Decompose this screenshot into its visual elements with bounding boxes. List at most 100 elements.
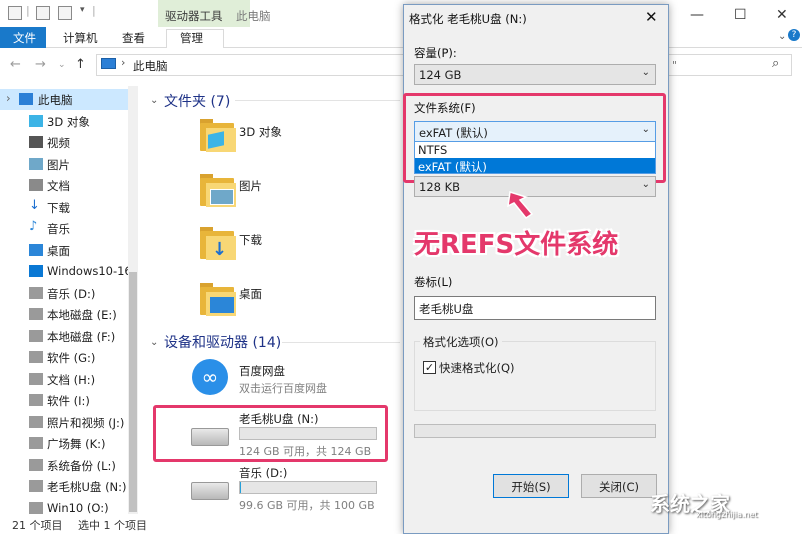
sidebar-item[interactable]: ♪ 音乐 (0, 218, 128, 239)
breadcrumb[interactable]: 此电脑 (133, 58, 168, 74)
search-icon[interactable]: ⌕ (772, 56, 779, 71)
sidebar-item[interactable]: Windows10-16 (0, 261, 132, 282)
capacity-label: 容量(P): (414, 46, 457, 60)
sidebar-item[interactable]: 文档 (0, 175, 128, 196)
separator: | (92, 4, 96, 17)
new-folder-icon[interactable] (58, 6, 72, 20)
tab-computer[interactable]: 计算机 (63, 30, 98, 46)
drive-icon[interactable] (191, 482, 229, 500)
computer-icon[interactable] (8, 6, 22, 20)
start-button[interactable]: 开始(S) (493, 474, 569, 498)
drive-icon (29, 329, 43, 342)
watermark-url: xitongzhijia.net (696, 510, 758, 519)
usb-drive-label[interactable]: 老毛桃U盘 (N:) (239, 411, 319, 427)
sidebar-item[interactable]: ↓ 下载 (0, 197, 128, 218)
sidebar-item-label: 照片和视频 (J:) (47, 415, 125, 430)
maximize-icon[interactable]: ☐ (734, 7, 747, 23)
fs-option-exfat[interactable]: exFAT (默认) (414, 158, 656, 174)
expand-chevron-icon[interactable]: › (6, 91, 11, 105)
back-arrow-icon[interactable]: ← (10, 57, 21, 72)
sidebar-item[interactable]: 图片 (0, 154, 128, 175)
breadcrumb-chevron-icon[interactable]: › (121, 56, 125, 69)
sidebar-item[interactable]: 软件 (G:) (0, 347, 128, 368)
drive-icon (29, 415, 43, 428)
sidebar-item[interactable]: 3D 对象 (0, 111, 128, 132)
usb-capacity-bar (239, 427, 377, 440)
fs-option-ntfs[interactable]: NTFS (414, 142, 656, 158)
sidebar-scroll-thumb[interactable] (129, 272, 137, 512)
usb-drive-icon[interactable] (191, 428, 229, 446)
sidebar-item-label: 系统备份 (L:) (47, 458, 116, 473)
sidebar-item[interactable]: 本地磁盘 (F:) (0, 326, 128, 347)
folder-label[interactable]: 3D 对象 (239, 124, 282, 140)
music-drive-free-space: 99.6 GB 可用，共 100 GB (239, 499, 375, 512)
sidebar-item[interactable]: › 此电脑 (0, 89, 128, 110)
quick-format-checkbox[interactable]: ✓ (423, 361, 436, 374)
volume-label-input[interactable]: 老毛桃U盘 (414, 296, 656, 320)
forward-arrow-icon[interactable]: → (35, 57, 46, 72)
selected-count: 选中 1 个项目 (78, 519, 147, 532)
tab-view[interactable]: 查看 (122, 30, 145, 46)
sidebar-item[interactable]: 视频 (0, 132, 128, 153)
recent-dropdown-icon[interactable]: ⌄ (58, 60, 66, 70)
music-drive-label[interactable]: 音乐 (D:) (239, 465, 287, 481)
drive-icon (29, 308, 43, 320)
sidebar-item[interactable]: 广场舞 (K:) (0, 433, 128, 454)
sidebar-item-label: 图片 (47, 157, 70, 172)
drive-icon (29, 437, 43, 449)
drive-tools-label: 驱动器工具 (165, 9, 223, 23)
up-arrow-icon[interactable]: ↑ (75, 57, 86, 72)
file-system-select[interactable]: exFAT (默认) ⌄ (414, 121, 656, 142)
collapse-chevron-icon[interactable]: ⌄ (150, 95, 158, 106)
collapse-chevron-icon[interactable]: ⌄ (150, 337, 158, 348)
sidebar-item[interactable]: 软件 (I:) (0, 390, 128, 411)
pictures-folder-icon[interactable] (200, 174, 236, 207)
music-capacity-fill (240, 482, 241, 493)
folder-label[interactable]: 桌面 (239, 286, 262, 302)
file-system-value: exFAT (默认) (419, 126, 488, 140)
annotation-callout: 无REFS文件系统 (414, 230, 619, 260)
chevron-down-icon[interactable]: ⌄ (778, 31, 786, 42)
separator: | (26, 4, 30, 17)
quick-format-label[interactable]: 快速格式化(Q) (439, 360, 515, 376)
3d-objects-folder-icon[interactable] (200, 119, 236, 152)
folder-label[interactable]: 下载 (239, 232, 262, 248)
sidebar-item-label: 软件 (G:) (47, 351, 96, 365)
folder-label[interactable]: 图片 (239, 178, 262, 194)
tab-manage-label: 管理 (180, 31, 203, 45)
sidebar-item[interactable]: 本地磁盘 (E:) (0, 304, 128, 325)
sidebar-item[interactable]: 文档 (H:) (0, 369, 128, 390)
window-title: 此电脑 (236, 9, 271, 23)
minimize-icon[interactable]: — (690, 7, 704, 23)
help-icon[interactable]: ? (788, 29, 800, 41)
close-icon[interactable]: ✕ (645, 8, 658, 26)
drive-icon (29, 372, 43, 385)
close-window-icon[interactable]: ✕ (776, 7, 788, 23)
search-input[interactable]: " (672, 59, 677, 72)
sidebar-item[interactable]: 桌面 (0, 240, 128, 261)
download-folder-icon[interactable]: ↓ (200, 227, 236, 260)
windows-drive-icon (29, 265, 43, 277)
sidebar-item[interactable]: 照片和视频 (J:) (0, 412, 128, 433)
baidu-netdisk-icon[interactable]: ∞ (192, 359, 228, 395)
computer-icon (101, 58, 116, 69)
sidebar-item[interactable]: 老毛桃U盘 (N:) (0, 476, 128, 497)
section-divider (235, 100, 400, 101)
sidebar-item[interactable]: 音乐 (D:) (0, 283, 128, 304)
sidebar-item[interactable]: 系统备份 (L:) (0, 455, 128, 476)
properties-icon[interactable] (36, 6, 50, 20)
baidu-netdisk-label[interactable]: 百度网盘 (239, 363, 285, 379)
devices-section-title[interactable]: 设备和驱动器 (14) (164, 332, 281, 352)
dialog-title: 格式化 老毛桃U盘 (N:) (409, 12, 527, 26)
sidebar-item-label: 视频 (47, 136, 70, 150)
computer-icon (19, 93, 33, 105)
drive-icon (29, 286, 43, 299)
desktop-folder-icon[interactable] (200, 283, 236, 316)
capacity-select[interactable]: 124 GB ⌄ (414, 64, 656, 85)
sidebar-item-label: 此电脑 (38, 93, 73, 107)
tab-file[interactable]: 文件 (0, 27, 46, 48)
close-button[interactable]: 关闭(C) (581, 474, 657, 498)
quick-access-dropdown-icon[interactable]: ▾ (80, 5, 85, 15)
folders-section-title[interactable]: 文件夹 (7) (164, 91, 230, 111)
callout-arrow-icon (507, 191, 534, 220)
